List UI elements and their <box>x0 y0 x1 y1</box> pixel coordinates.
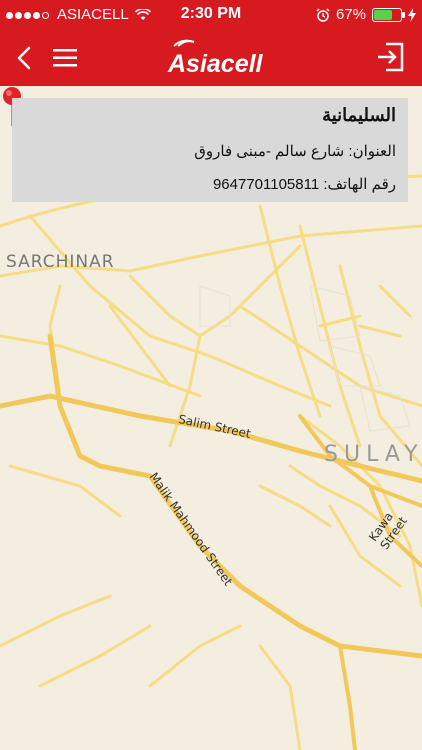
hamburger-menu-icon[interactable] <box>50 44 80 72</box>
battery-icon <box>372 7 405 22</box>
alarm-clock-icon <box>316 7 330 22</box>
app-root: SARCHINAR SULAY Salim Street Malik Mahmo… <box>0 0 422 750</box>
status-right: 67% <box>316 6 416 23</box>
logo-text: Asiacell <box>167 50 264 78</box>
asiacell-logo: Asiacell <box>167 39 264 78</box>
branch-info-card: السليمانية العنوان: شارع سالم -مبنى فارو… <box>12 98 408 202</box>
branch-city-title: السليمانية <box>322 105 396 125</box>
map-label-sulay: SULAY <box>324 442 422 467</box>
battery-percent: 67% <box>335 6 366 23</box>
charging-bolt-icon <box>408 7 416 22</box>
back-icon[interactable] <box>10 42 38 74</box>
map-label-sarchinar: SARCHINAR <box>6 252 115 272</box>
nav-row: Asiacell <box>0 30 422 86</box>
status-bar: ASIACELL 2:30 PM 67% <box>0 0 422 30</box>
header-bar: ASIACELL 2:30 PM 67% Asiacell <box>0 0 422 86</box>
branch-address: العنوان: شارع سالم -مبنى فاروق <box>194 143 396 160</box>
logout-icon[interactable] <box>376 40 406 74</box>
branch-phone[interactable]: رقم الهاتف: 9647701105811 <box>213 175 396 193</box>
